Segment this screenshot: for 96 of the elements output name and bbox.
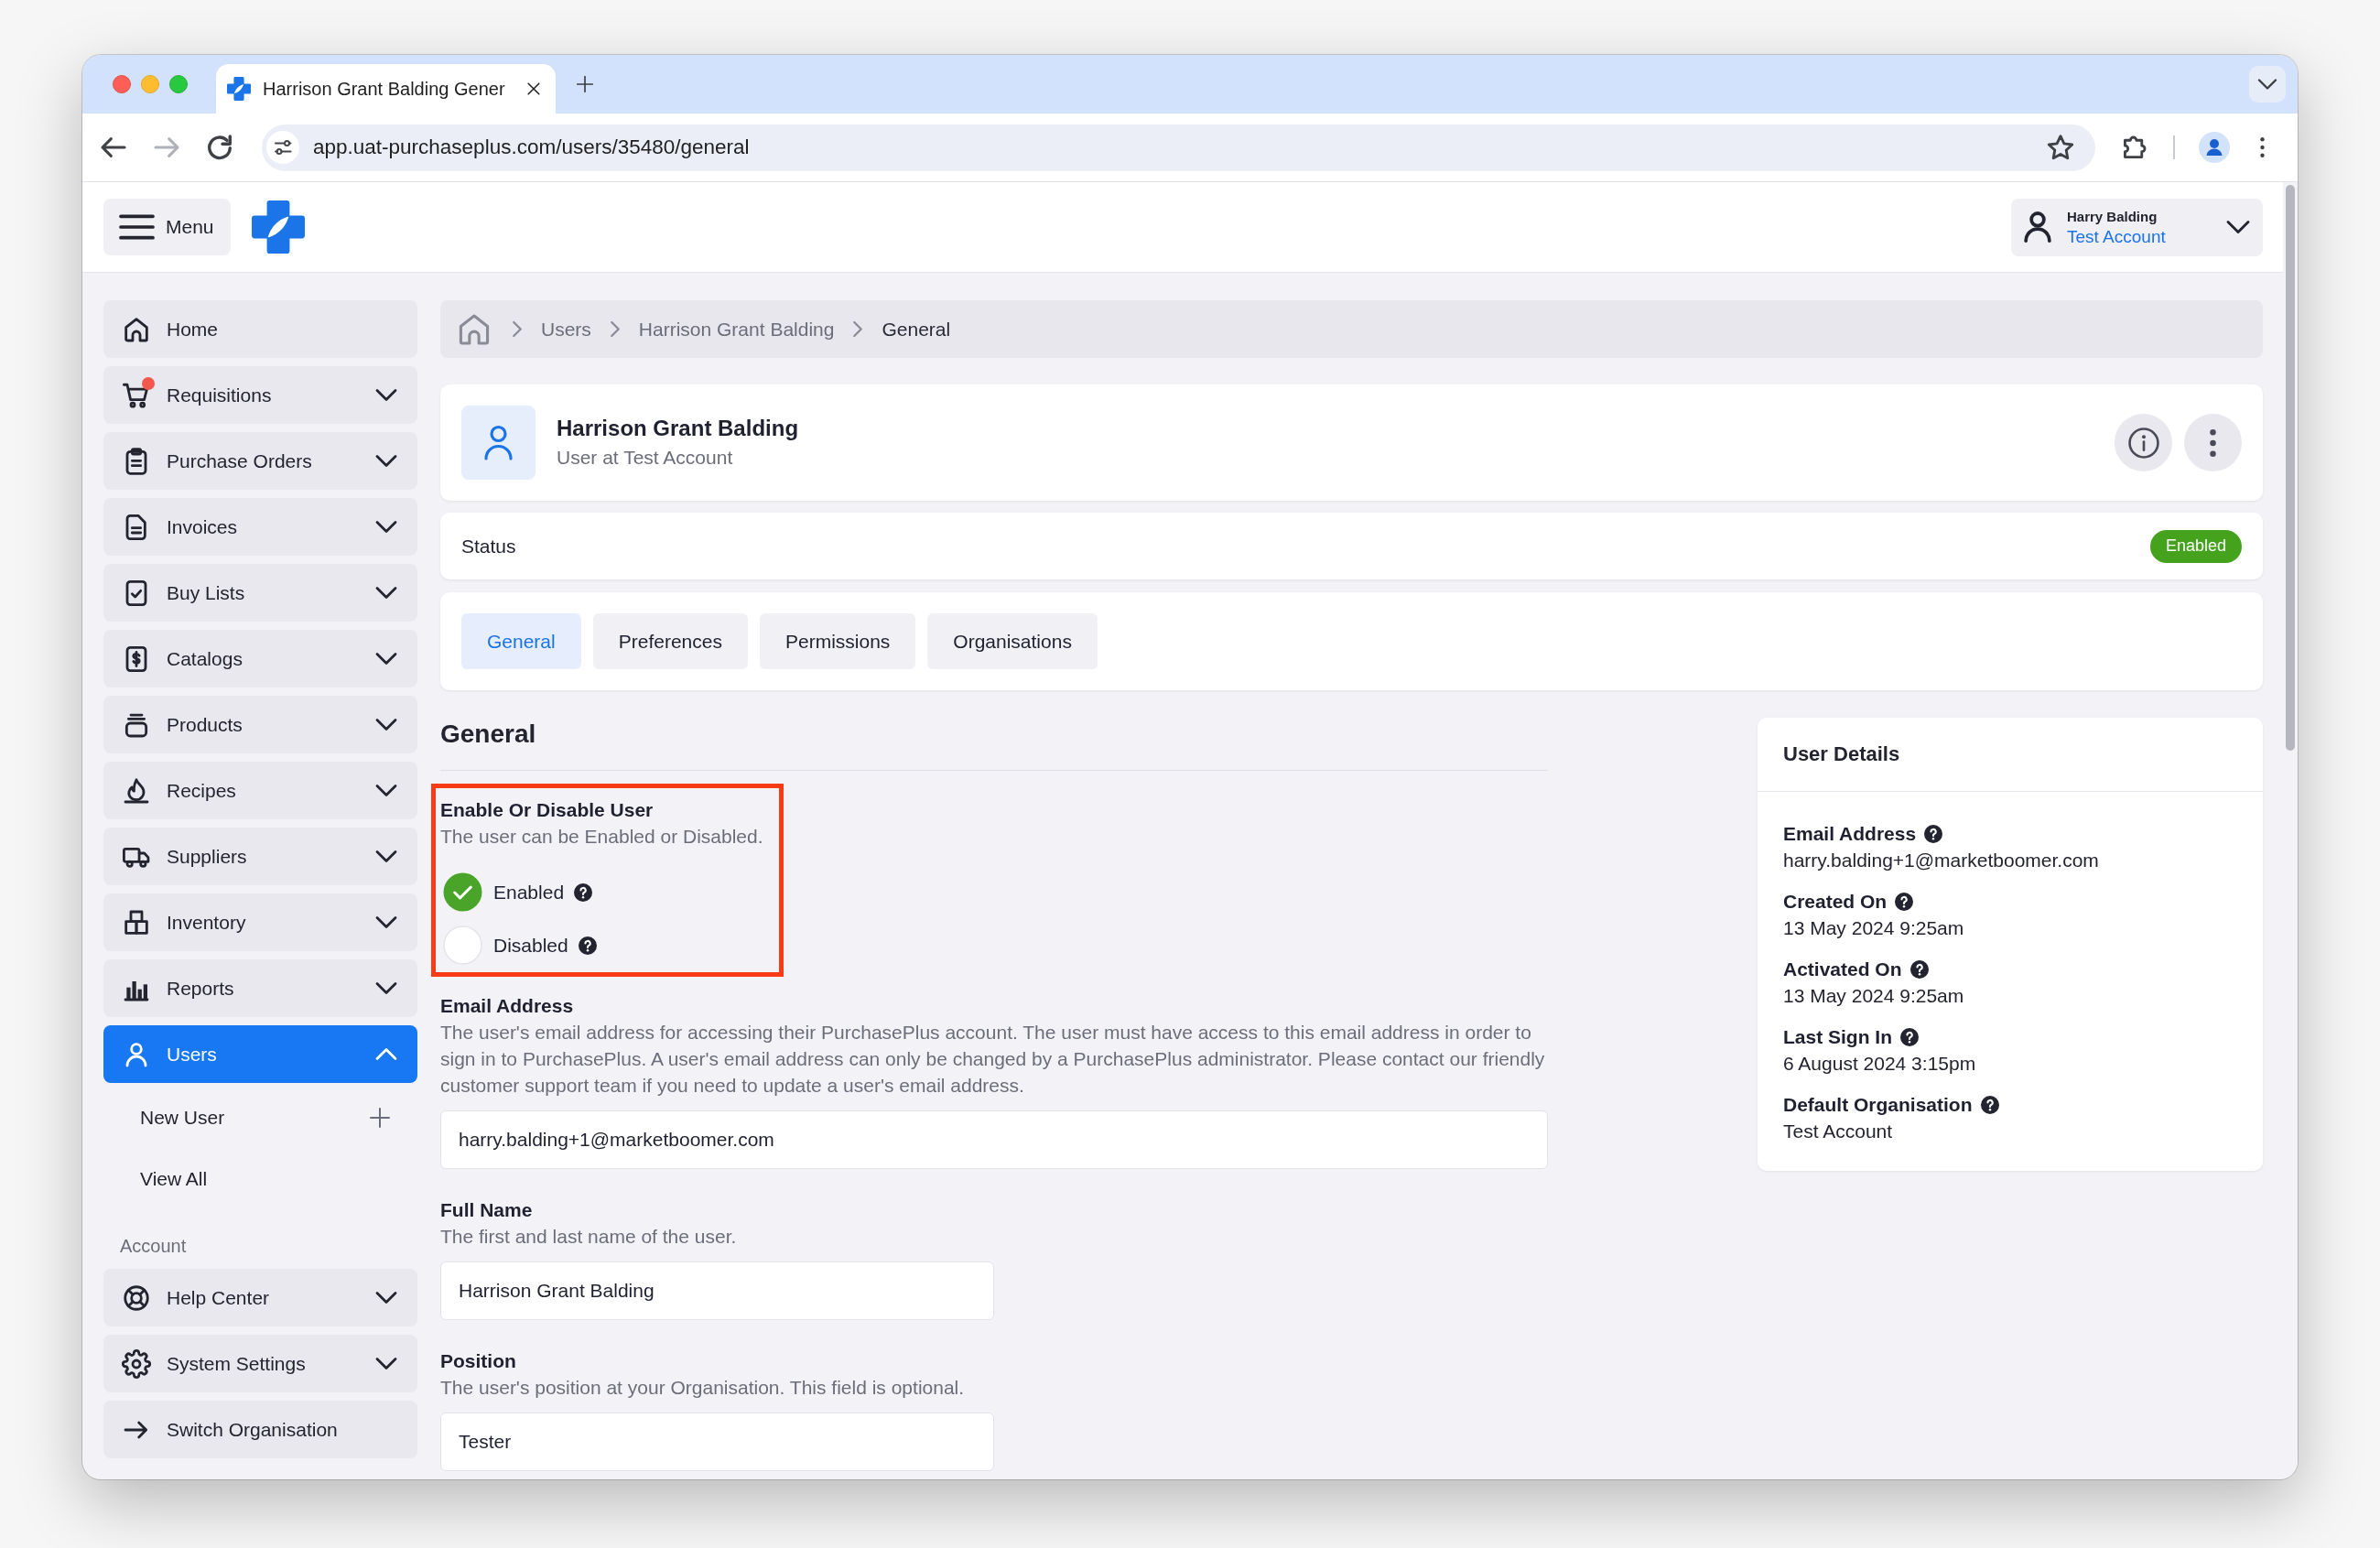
help-icon[interactable] — [1924, 824, 1943, 843]
sidebar-item[interactable]: Reports — [103, 959, 417, 1017]
profile-name: Harrison Grant Balding — [557, 414, 800, 442]
detail-label: Activated On — [1783, 958, 1902, 980]
option-label: Disabled — [493, 934, 568, 957]
sliders-icon[interactable] — [266, 131, 299, 164]
sidebar-item[interactable]: System Settings — [103, 1335, 417, 1392]
field-description: The user's position at your Organisation. This field is optional. — [440, 1376, 966, 1400]
flame-icon — [122, 775, 151, 806]
cross-logo-icon — [227, 77, 251, 101]
text-input[interactable]: harry.balding+1@marketboomer.com — [440, 1110, 1548, 1169]
menu-button[interactable]: Menu — [103, 199, 231, 255]
status-label: Status — [461, 535, 516, 557]
vertical-dots-icon — [2210, 428, 2216, 457]
radio-button[interactable] — [443, 926, 482, 965]
chevron-right-icon — [611, 322, 619, 336]
detail-label: Email Address — [1783, 822, 1917, 845]
dropdown-button[interactable] — [2249, 66, 2286, 103]
cross-logo-icon[interactable] — [252, 200, 305, 254]
person-icon — [2026, 213, 2050, 241]
sidebar-item[interactable]: Help Center — [103, 1269, 417, 1326]
close-icon[interactable] — [527, 82, 540, 95]
tab[interactable]: Organisations — [927, 613, 1098, 669]
profile-avatar-icon[interactable] — [2199, 132, 2230, 163]
home-icon[interactable] — [460, 315, 488, 343]
breadcrumb-item: General — [882, 318, 951, 341]
menu-icon — [121, 215, 153, 239]
sidebar-item[interactable]: Inventory — [103, 893, 417, 951]
profile-subtitle: User at Test Account — [557, 445, 734, 470]
sidebar-item[interactable]: Suppliers — [103, 828, 417, 885]
help-icon[interactable] — [1900, 1027, 1919, 1046]
sidebar-item[interactable]: Recipes — [103, 762, 417, 819]
puzzle-icon[interactable] — [2124, 136, 2146, 158]
sidebar-item[interactable]: Switch Organisation — [103, 1401, 417, 1458]
sidebar-item[interactable]: Products — [103, 696, 417, 753]
field-description: The user's email address for accessing their PurchasePlus account. The user must have access to this email address in order to sign in to PurchasePlus. A user's email address can only be changed by a PurchasePlus administrator. Please contact our friendly customer support team if you need to update a user's email address. — [440, 1021, 1546, 1098]
tab[interactable]: Permissions — [759, 613, 916, 669]
help-icon[interactable] — [1980, 1095, 1999, 1114]
chevron-down-icon — [2228, 222, 2248, 233]
submenu-item[interactable]: View All — [103, 1153, 417, 1206]
text-input[interactable]: Harrison Grant Balding — [440, 1261, 994, 1320]
chevron-right-icon — [514, 322, 521, 336]
submenu-item[interactable]: New User — [103, 1091, 417, 1144]
detail-value: 13 May 2024 9:25am — [1783, 916, 1965, 940]
reload-icon[interactable] — [209, 136, 231, 158]
radio-button[interactable] — [443, 872, 482, 912]
lifebuoy-icon — [122, 1283, 151, 1313]
detail-label: Created On — [1783, 890, 1888, 913]
scrollbar-thumb[interactable] — [2286, 185, 2295, 751]
detail-value: 6 August 2024 3:15pm — [1783, 1052, 1977, 1076]
plus-icon — [369, 1107, 391, 1129]
plus-icon[interactable] — [576, 75, 594, 93]
sidebar-item[interactable]: Users — [103, 1025, 417, 1083]
sidebar-item[interactable]: Buy Lists — [103, 564, 417, 622]
breadcrumb-item[interactable]: Users — [541, 318, 591, 341]
help-icon[interactable] — [1909, 959, 1929, 979]
help-icon[interactable] — [578, 936, 597, 955]
help-icon[interactable] — [1895, 892, 1914, 911]
info-icon — [2127, 427, 2159, 459]
field-description: The first and last name of the user. — [440, 1225, 738, 1249]
detail-label: Last Sign In — [1783, 1025, 1892, 1048]
address-bar[interactable]: app.uat-purchaseplus.com/users/35480/general — [262, 124, 2095, 171]
sidebar-item[interactable]: Purchase Orders — [103, 432, 417, 490]
help-icon[interactable] — [574, 882, 593, 902]
chevron-down-icon — [2259, 80, 2276, 89]
tab[interactable]: Preferences — [592, 613, 748, 669]
account-menu-button[interactable]: Harry Balding Test Account — [2011, 198, 2263, 256]
detail-value: 13 May 2024 9:25am — [1783, 984, 1965, 1008]
card-title: User Details — [1783, 742, 1900, 766]
more-icon[interactable] — [2260, 137, 2265, 157]
detail-label: Default Organisation — [1783, 1093, 1973, 1116]
star-icon[interactable] — [2049, 135, 2072, 159]
person-avatar-icon — [461, 406, 536, 480]
text-input[interactable]: Tester — [440, 1413, 994, 1471]
detail-value: harry.balding+1@marketboomer.com — [1783, 849, 2100, 872]
field-label: Enable Or Disable User — [440, 798, 654, 822]
sidebar-item[interactable]: Requisitions — [103, 366, 417, 424]
field-description: The user can be Enabled or Disabled. — [440, 825, 763, 849]
section-heading: General — [440, 719, 1548, 771]
sidebar-item[interactable]: Invoices — [103, 498, 417, 556]
detail-value: Test Account — [1783, 1120, 1894, 1143]
sidebar-item[interactable]: Home — [103, 300, 417, 358]
status-badge: Enabled — [2149, 529, 2242, 563]
field-label: Email Address — [440, 994, 575, 1018]
field-label: Position — [440, 1349, 517, 1373]
option-label: Enabled — [493, 881, 565, 904]
field-label: Full Name — [440, 1198, 534, 1222]
breadcrumb-item[interactable]: Harrison Grant Balding — [638, 318, 835, 341]
settings-icon — [122, 1348, 151, 1379]
chevron-right-icon — [854, 322, 862, 336]
tab[interactable]: General — [461, 613, 581, 669]
browser-tab[interactable]: Harrison Grant Balding Gener — [216, 64, 556, 114]
sidebar-item[interactable]: Catalogs — [103, 630, 417, 687]
back-icon[interactable] — [103, 136, 124, 158]
window-close-icon[interactable] — [113, 75, 131, 93]
section-label: Account — [120, 1235, 188, 1258]
